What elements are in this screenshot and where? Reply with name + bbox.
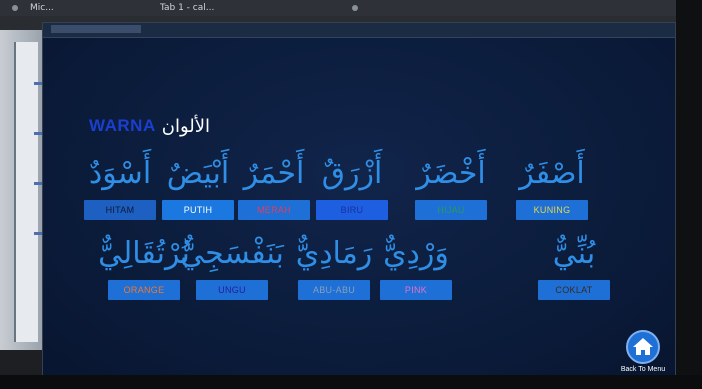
monitor-edge [676, 0, 702, 389]
window-title-text [51, 25, 141, 33]
color-label-button[interactable]: HIJAU [415, 200, 487, 220]
color-label-button[interactable]: BIRU [316, 200, 388, 220]
color-card: أَصْفَرٌ KUNING [497, 156, 607, 220]
color-label-button[interactable]: ABU-ABU [298, 280, 370, 300]
taskbar-item[interactable]: Mic... [30, 3, 54, 13]
color-card: وَرْدِيٌّ PINK [361, 236, 471, 300]
app-window: WARNA الألوان أَسْوَدٌ HITAM أَبْيَضٌ PUTIH… [42, 22, 676, 380]
color-label-button[interactable]: UNGU [196, 280, 268, 300]
color-label-button[interactable]: KUNING [516, 200, 588, 220]
arabic-color-word[interactable]: أَصْفَرٌ [497, 156, 607, 192]
color-lesson-screen: WARNA الألوان أَسْوَدٌ HITAM أَبْيَضٌ PUTIH… [43, 38, 675, 379]
color-card: بُنِّيٌّ COKLAT [519, 236, 629, 300]
color-card: بَنَفْسَجِيٌّ UNGU [177, 236, 287, 300]
title-arabic: الألوان [161, 115, 210, 137]
background-document [0, 30, 48, 350]
top-taskbar: Mic... Tab 1 - cal... [0, 0, 702, 16]
arabic-color-word[interactable]: أَخْضَرٌ [396, 156, 506, 192]
page-title: WARNA الألوان [89, 113, 210, 139]
color-card: أَزْرَقٌ BIRU [297, 156, 407, 220]
arabic-color-word[interactable]: وَرْدِيٌّ [361, 236, 471, 272]
monitor-bezel [0, 375, 702, 389]
window-title-bar[interactable] [43, 23, 675, 38]
color-label-button[interactable]: COKLAT [538, 280, 610, 300]
arabic-color-word[interactable]: بَنَفْسَجِيٌّ [177, 236, 287, 272]
home-icon[interactable] [626, 330, 660, 364]
title-latin: WARNA [89, 116, 156, 135]
window-dot-icon [12, 5, 18, 11]
color-card: أَخْضَرٌ HIJAU [396, 156, 506, 220]
back-to-menu-button[interactable]: Back To Menu [619, 330, 667, 373]
color-label-button[interactable]: ORANGE [108, 280, 180, 300]
status-dot-icon [352, 5, 358, 11]
home-label: Back To Menu [620, 366, 666, 373]
color-label-button[interactable]: PINK [380, 280, 452, 300]
arabic-color-word[interactable]: بُنِّيٌّ [519, 236, 629, 272]
taskbar-tab[interactable]: Tab 1 - cal... [160, 3, 214, 13]
document-strip [14, 42, 48, 342]
arabic-color-word[interactable]: أَزْرَقٌ [297, 156, 407, 192]
